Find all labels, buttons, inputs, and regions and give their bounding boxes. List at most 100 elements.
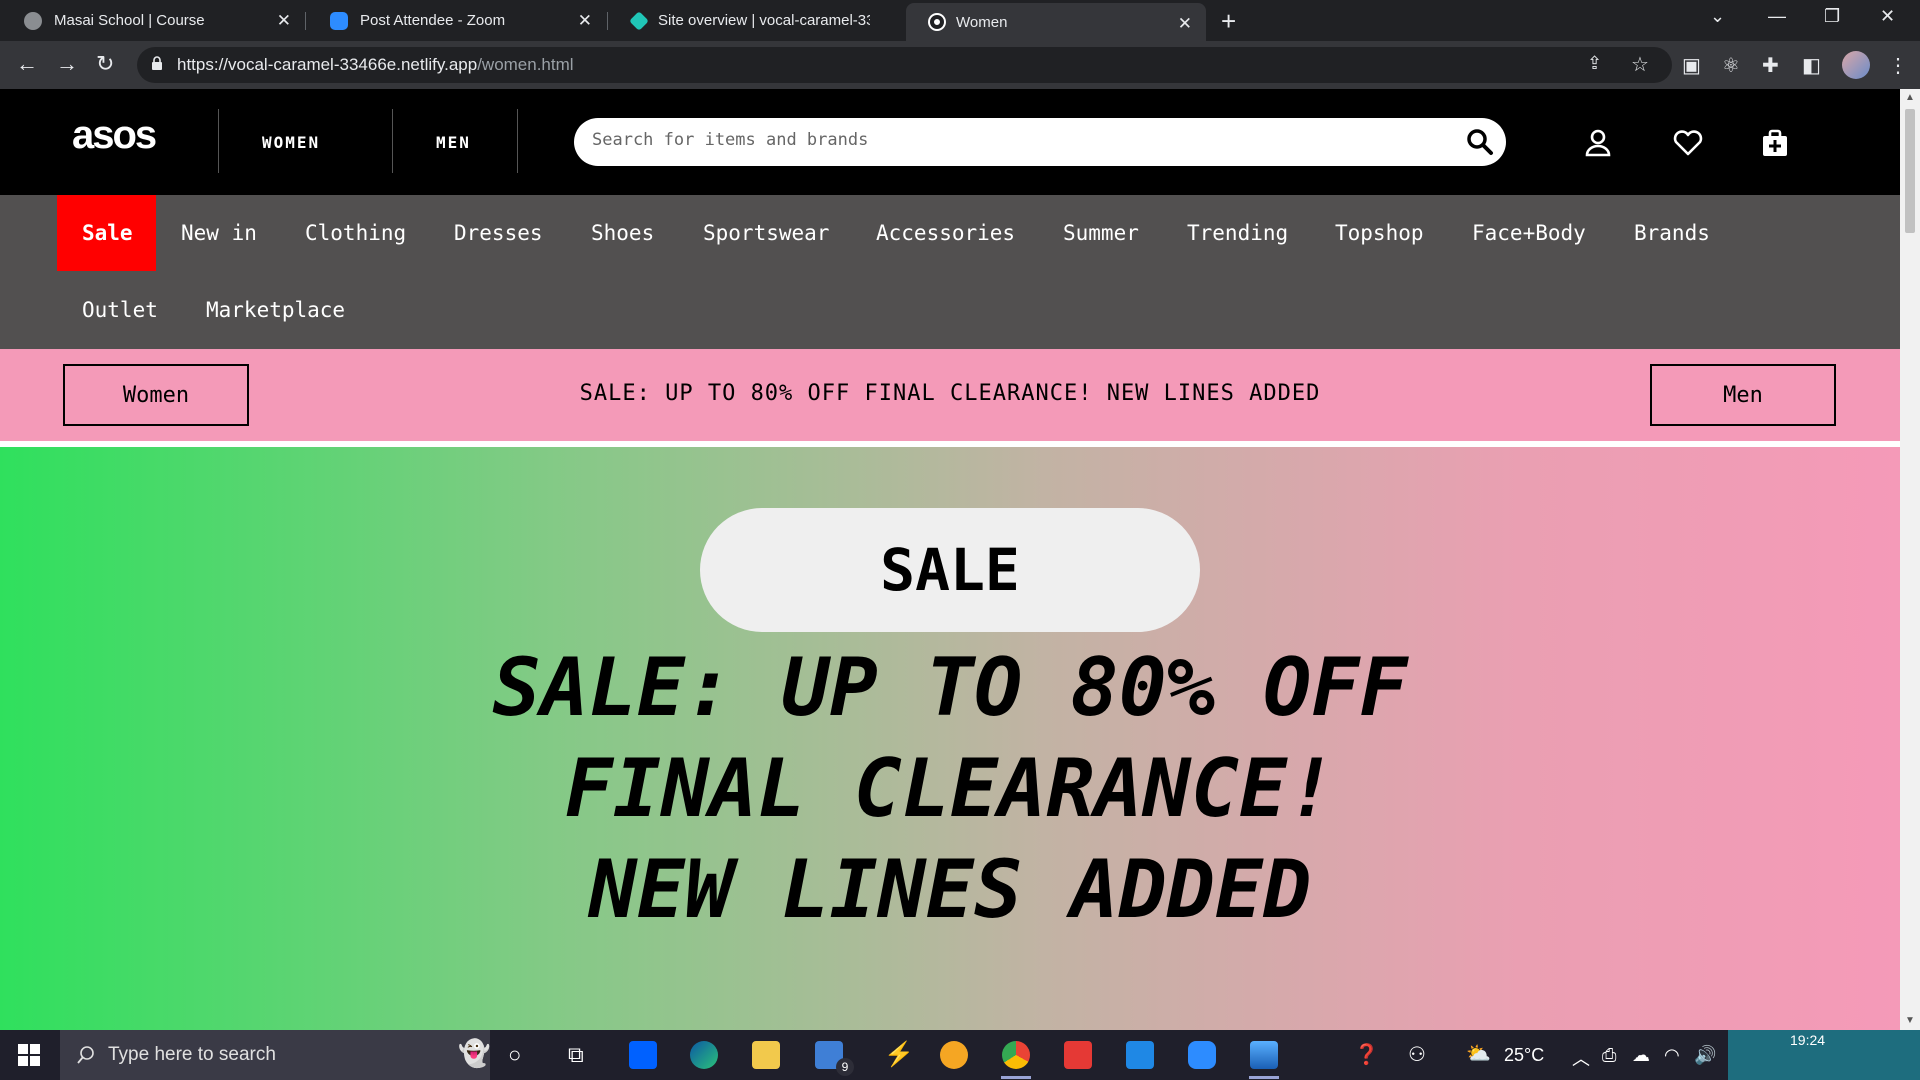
search-bar: [574, 118, 1506, 166]
forward-icon[interactable]: →: [56, 51, 78, 77]
bag-icon[interactable]: [1759, 127, 1791, 159]
taskbar-search[interactable]: Type here to search 👻: [60, 1030, 490, 1080]
zoom-icon: [330, 11, 348, 30]
extension-icon[interactable]: ▣: [1682, 53, 1701, 78]
asos-icon: [930, 15, 944, 29]
avatar[interactable]: [1842, 51, 1870, 79]
tab-title: Post Attendee - Zoom: [360, 12, 506, 29]
heart-icon[interactable]: [1672, 127, 1704, 159]
tab-masai-school[interactable]: Masai School | Course ✕: [0, 0, 305, 41]
chrome-icon[interactable]: [1002, 1041, 1030, 1069]
close-icon[interactable]: ✕: [277, 11, 291, 31]
notification-area[interactable]: 19:24: [1728, 1030, 1920, 1080]
lock-icon: [152, 56, 162, 70]
nav-women[interactable]: WOMEN: [262, 133, 320, 152]
wps-office-icon[interactable]: [1064, 1041, 1092, 1069]
category-summer[interactable]: Summer: [1038, 195, 1164, 271]
hero-banner[interactable]: SALE SALE: UP TO 80% OFF FINAL CLEARANCE…: [0, 447, 1900, 1030]
clock-time: 19:24: [1790, 1032, 1826, 1048]
category-shoes[interactable]: Shoes: [566, 195, 679, 271]
temperature[interactable]: 25°C: [1504, 1045, 1544, 1066]
hero-headline-line: NEW LINES ADDED: [588, 843, 1312, 936]
zoom-icon[interactable]: [1188, 1041, 1216, 1069]
task-view-icon[interactable]: ⧉: [568, 1042, 584, 1068]
tab-title: Site overview | vocal-caramel-33: [658, 12, 870, 29]
tab-netlify[interactable]: Site overview | vocal-caramel-33: [608, 0, 906, 41]
category-topshop[interactable]: Topshop: [1310, 195, 1449, 271]
scrollbar-thumb[interactable]: [1905, 109, 1915, 233]
category-marketplace[interactable]: Marketplace: [181, 272, 370, 348]
page-viewport: asos WOMEN MEN Sale New in C: [0, 89, 1900, 1030]
promo-bar: SALE: UP TO 80% OFF FINAL CLEARANCE! NEW…: [0, 349, 1900, 441]
help-icon[interactable]: ❓: [1354, 1042, 1379, 1067]
hero-headline-line: FINAL CLEARANCE!: [564, 742, 1336, 835]
brave-icon[interactable]: [940, 1041, 968, 1069]
minimize-button[interactable]: —: [1768, 6, 1786, 27]
file-explorer-icon[interactable]: [752, 1041, 780, 1069]
category-sportswear[interactable]: Sportswear: [678, 195, 854, 271]
tab-title: Masai School | Course: [54, 12, 205, 29]
vscode-icon[interactable]: [1126, 1041, 1154, 1069]
address-bar[interactable]: https://vocal-caramel-33466e.netlify.app…: [137, 47, 1672, 83]
promo-text: SALE: UP TO 80% OFF FINAL CLEARANCE! NEW…: [579, 381, 1321, 406]
tab-title: Women: [956, 13, 1008, 31]
puzzle-icon[interactable]: ✚: [1762, 53, 1779, 78]
category-trending[interactable]: Trending: [1162, 195, 1313, 271]
category-accessories[interactable]: Accessories: [851, 195, 1040, 271]
search-icon[interactable]: [1466, 128, 1494, 156]
site-logo[interactable]: asos: [72, 113, 157, 158]
bookmark-star-icon[interactable]: ☆: [1631, 52, 1649, 77]
weather-icon[interactable]: ⛅: [1466, 1041, 1491, 1066]
category-face-body[interactable]: Face+Body: [1447, 195, 1611, 271]
tab-women[interactable]: Women ✕: [906, 3, 1206, 41]
category-sale[interactable]: Sale: [57, 195, 156, 271]
close-icon[interactable]: ✕: [1178, 14, 1192, 34]
category-brands[interactable]: Brands: [1609, 195, 1735, 271]
back-icon[interactable]: ←: [16, 51, 38, 77]
promo-men-button[interactable]: Men: [1650, 364, 1836, 426]
share-icon[interactable]: ⇪: [1587, 53, 1602, 74]
new-tab-button[interactable]: +: [1221, 6, 1236, 37]
close-icon[interactable]: ✕: [578, 11, 592, 31]
taskbar-search-placeholder: Type here to search: [108, 1044, 276, 1065]
search-icon: [77, 1046, 94, 1064]
tab-zoom[interactable]: Post Attendee - Zoom ✕: [306, 0, 606, 41]
restore-button[interactable]: ❐: [1824, 6, 1840, 27]
reload-icon[interactable]: ↻: [96, 51, 114, 77]
photos-icon[interactable]: [1250, 1041, 1278, 1069]
halloween-doodle-icon[interactable]: 👻: [458, 1038, 490, 1069]
cortana-icon[interactable]: ○: [508, 1042, 521, 1068]
browser-tab-strip: Masai School | Course ✕ Post Attendee - …: [0, 0, 1920, 41]
category-nav: Sale New in Clothing Dresses Shoes Sport…: [0, 195, 1900, 349]
wifi-icon[interactable]: ◠: [1664, 1045, 1680, 1066]
side-panel-icon[interactable]: ◧: [1802, 53, 1821, 78]
globe-icon: [24, 11, 42, 30]
react-devtools-icon[interactable]: ⚛: [1722, 53, 1740, 78]
site-header: asos WOMEN MEN: [0, 89, 1900, 195]
windows-start-icon[interactable]: [18, 1044, 40, 1066]
search-input[interactable]: [592, 130, 1442, 150]
people-icon[interactable]: ⚇: [1408, 1042, 1426, 1067]
volume-icon[interactable]: 🔊: [1694, 1045, 1716, 1066]
netlify-icon: [629, 10, 649, 31]
onedrive-icon[interactable]: ☁: [1632, 1045, 1650, 1066]
meet-now-icon[interactable]: ⎙: [1602, 1045, 1616, 1066]
menu-icon[interactable]: ⋮: [1888, 53, 1908, 78]
tab-search-icon[interactable]: ⌄: [1710, 6, 1725, 27]
show-hidden-icons-icon[interactable]: ︿: [1572, 1045, 1590, 1071]
mail-badge: 9: [836, 1058, 854, 1076]
page-scrollbar[interactable]: ▲ ▼: [1900, 89, 1920, 1030]
nav-men[interactable]: MEN: [436, 133, 471, 152]
category-clothing[interactable]: Clothing: [280, 195, 431, 271]
browser-toolbar: ← → ↻ https://vocal-caramel-33466e.netli…: [0, 41, 1920, 89]
category-dresses[interactable]: Dresses: [429, 195, 568, 271]
dropbox-icon[interactable]: [629, 1041, 657, 1069]
promo-women-button[interactable]: Women: [63, 364, 249, 426]
edge-icon[interactable]: [690, 1041, 718, 1069]
sale-pill[interactable]: SALE: [700, 508, 1200, 632]
account-icon[interactable]: [1582, 127, 1614, 159]
category-outlet[interactable]: Outlet: [57, 272, 183, 348]
category-new-in[interactable]: New in: [156, 195, 282, 271]
window-close-button[interactable]: ✕: [1880, 6, 1895, 27]
app-icon[interactable]: ⚡: [884, 1040, 914, 1069]
